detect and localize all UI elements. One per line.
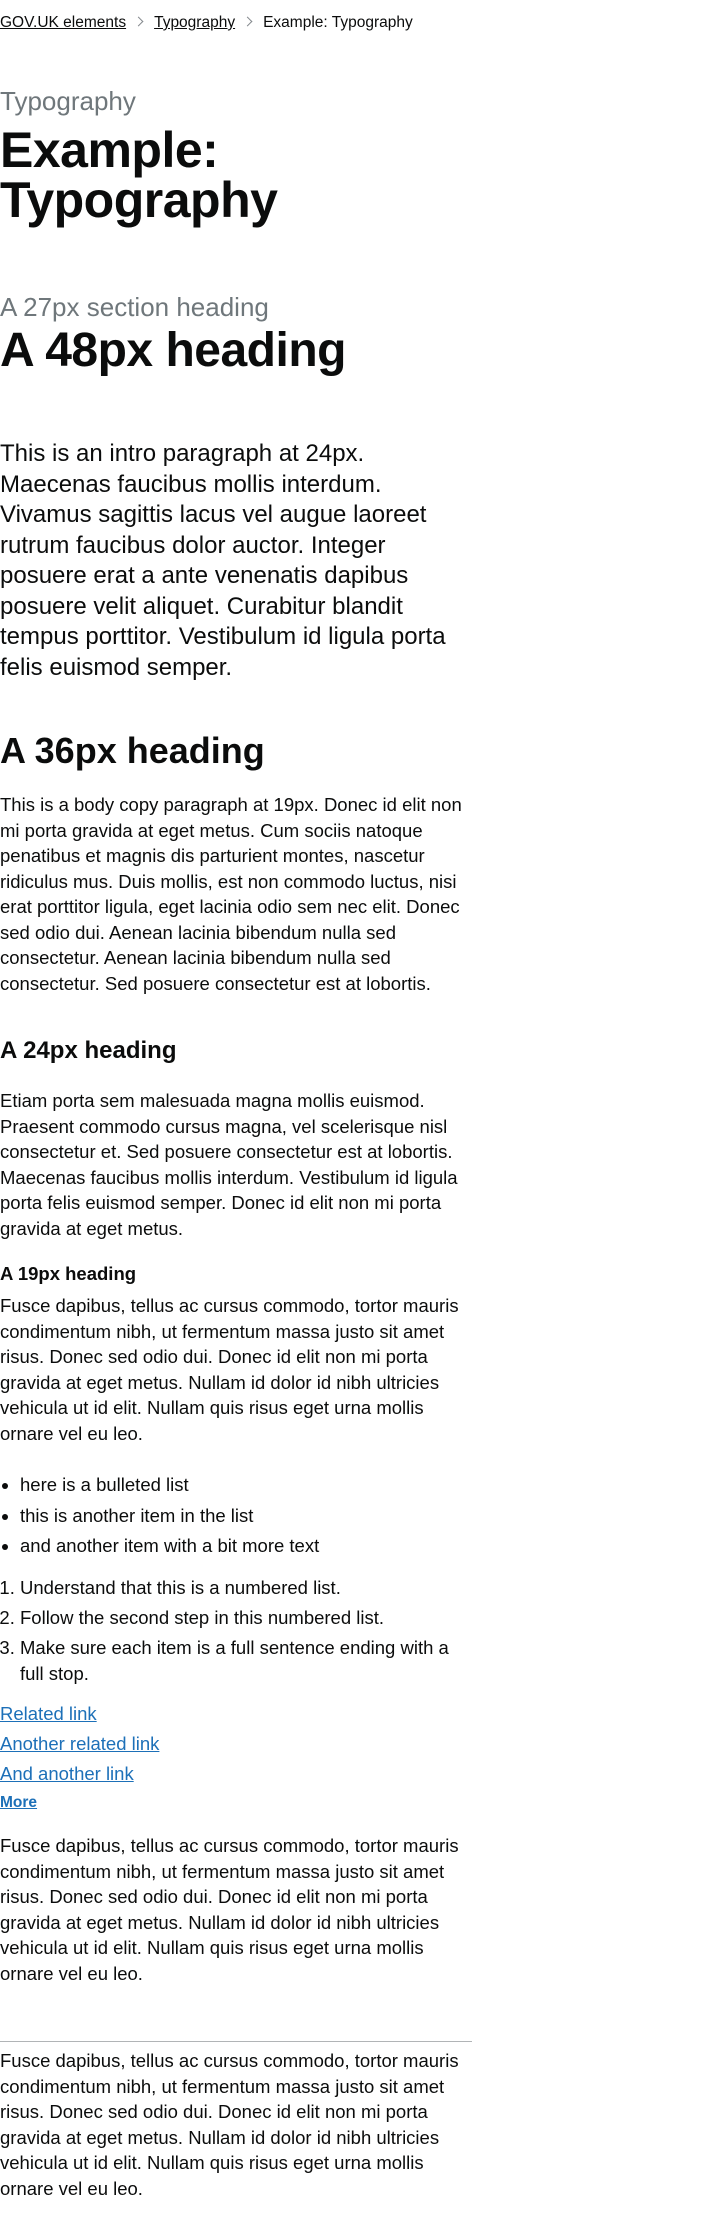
bulleted-list: here is a bulleted list this is another … (0, 1470, 472, 1562)
heading-36px: A 36px heading (0, 730, 265, 771)
chevron-right-icon (242, 16, 253, 27)
page-caption: Typography (0, 86, 136, 116)
list-item: here is a bulleted list (20, 1470, 472, 1501)
list-item: and another item with a bit more text (20, 1531, 472, 1562)
body-paragraph-after-divider: Fusce dapibus, tellus ac cursus commodo,… (0, 2050, 459, 2199)
section-heading: A 48px heading (0, 324, 346, 377)
intro-paragraph: This is an intro paragraph at 24px. Maec… (0, 440, 446, 681)
breadcrumb-current: Example: Typography (263, 14, 413, 31)
heading-19px: A 19px heading (0, 1263, 137, 1284)
body-paragraph-24-section: Etiam porta sem malesuada magna mollis e… (0, 1090, 458, 1239)
chevron-right-icon (133, 16, 144, 27)
related-link[interactable]: Related link (0, 1701, 97, 1726)
section-caption: A 27px section heading (0, 292, 269, 322)
breadcrumb-link-gov-uk-elements[interactable]: GOV.UK elements (0, 14, 126, 31)
body-paragraph-after-links: Fusce dapibus, tellus ac cursus commodo,… (0, 1835, 459, 1984)
breadcrumb: GOV.UK elements Typography Example: Typogr… (0, 12, 413, 34)
page-title-line-2: Typography (0, 172, 278, 228)
more-link[interactable]: More (0, 1793, 37, 1813)
heading-24px: A 24px heading (0, 1037, 177, 1064)
list-item: Make sure each item is a full sentence e… (20, 1635, 472, 1686)
list-item: Understand that this is a numbered list. (20, 1575, 472, 1601)
body-paragraph-19px: This is a body copy paragraph at 19px. D… (0, 794, 462, 994)
list-item: Follow the second step in this numbered … (20, 1605, 472, 1631)
body-paragraph-19-section: Fusce dapibus, tellus ac cursus commodo,… (0, 1295, 459, 1444)
page-title-line-1: Example: (0, 122, 219, 178)
list-item: this is another item in the list (20, 1501, 472, 1532)
section-divider (0, 2041, 472, 2042)
numbered-list: Understand that this is a numbered list.… (0, 1575, 472, 1691)
breadcrumb-link-typography[interactable]: Typography (154, 14, 235, 31)
another-related-link[interactable]: Another related link (0, 1731, 159, 1756)
page-title: Example: Typography (0, 122, 278, 228)
and-another-link[interactable]: And another link (0, 1761, 134, 1786)
